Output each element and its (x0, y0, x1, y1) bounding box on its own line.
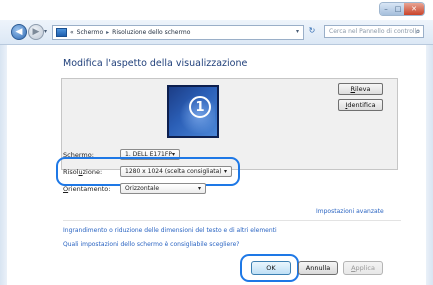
advanced-settings-link[interactable]: Impostazioni avanzate (316, 208, 384, 215)
breadcrumb-separator-icon[interactable]: ▸ (106, 29, 109, 36)
orientation-label: Orientamento: (63, 185, 110, 193)
detect-button[interactable]: Rileva (338, 83, 383, 95)
close-button[interactable]: ✕ (404, 3, 424, 15)
apply-button[interactable]: Applica (343, 261, 383, 275)
divider (63, 220, 401, 221)
orientation-label-text: rientamento: (68, 185, 111, 193)
history-dropdown-icon[interactable]: ▾ (44, 28, 47, 35)
address-prefix: « (70, 29, 74, 36)
address-dropdown-icon[interactable]: ▾ (296, 28, 299, 35)
which-settings-link[interactable]: Quali impostazioni dello schermo è consi… (63, 241, 239, 248)
text-size-link[interactable]: Ingrandimento o riduzione delle dimensio… (63, 227, 277, 234)
window-caption-buttons: – □ ✕ (380, 3, 424, 15)
search-input[interactable]: Cerca nel Pannello di controllo ⌕ (324, 25, 424, 38)
maximize-button[interactable]: □ (392, 3, 404, 15)
orientation-select[interactable]: Orizzontale ▾ (120, 183, 206, 194)
breadcrumb-risoluzione[interactable]: Risoluzione dello schermo (112, 29, 190, 36)
apply-label: pplica (355, 264, 375, 272)
orientation-select-value: Orizzontale (125, 185, 160, 192)
identify-label: dentifica (347, 101, 376, 109)
ok-highlight (240, 254, 299, 282)
control-panel-icon (56, 28, 67, 37)
page-title: Modifica l'aspetto della visualizzazione (63, 58, 248, 69)
chevron-down-icon: ▾ (197, 185, 201, 192)
search-icon[interactable]: ⌕ (416, 27, 420, 37)
window-right-border (426, 45, 433, 285)
minimize-button[interactable]: – (380, 3, 392, 15)
forward-button[interactable]: ▶ (28, 24, 44, 40)
refresh-icon[interactable]: ↻ (306, 26, 318, 38)
monitor-number: 1 (189, 96, 211, 118)
address-bar[interactable]: « Schermo ▸ Risoluzione dello schermo ▾ (52, 25, 304, 40)
detect-label: ileva (355, 85, 371, 93)
search-placeholder: Cerca nel Pannello di controllo (329, 28, 420, 35)
breadcrumb-schermo[interactable]: Schermo (77, 29, 103, 36)
back-button[interactable]: ◀ (11, 24, 27, 40)
identify-button[interactable]: Identifica (338, 99, 383, 111)
cancel-button[interactable]: Annulla (298, 261, 338, 275)
window-left-border (0, 45, 7, 285)
resolution-highlight (56, 157, 240, 186)
